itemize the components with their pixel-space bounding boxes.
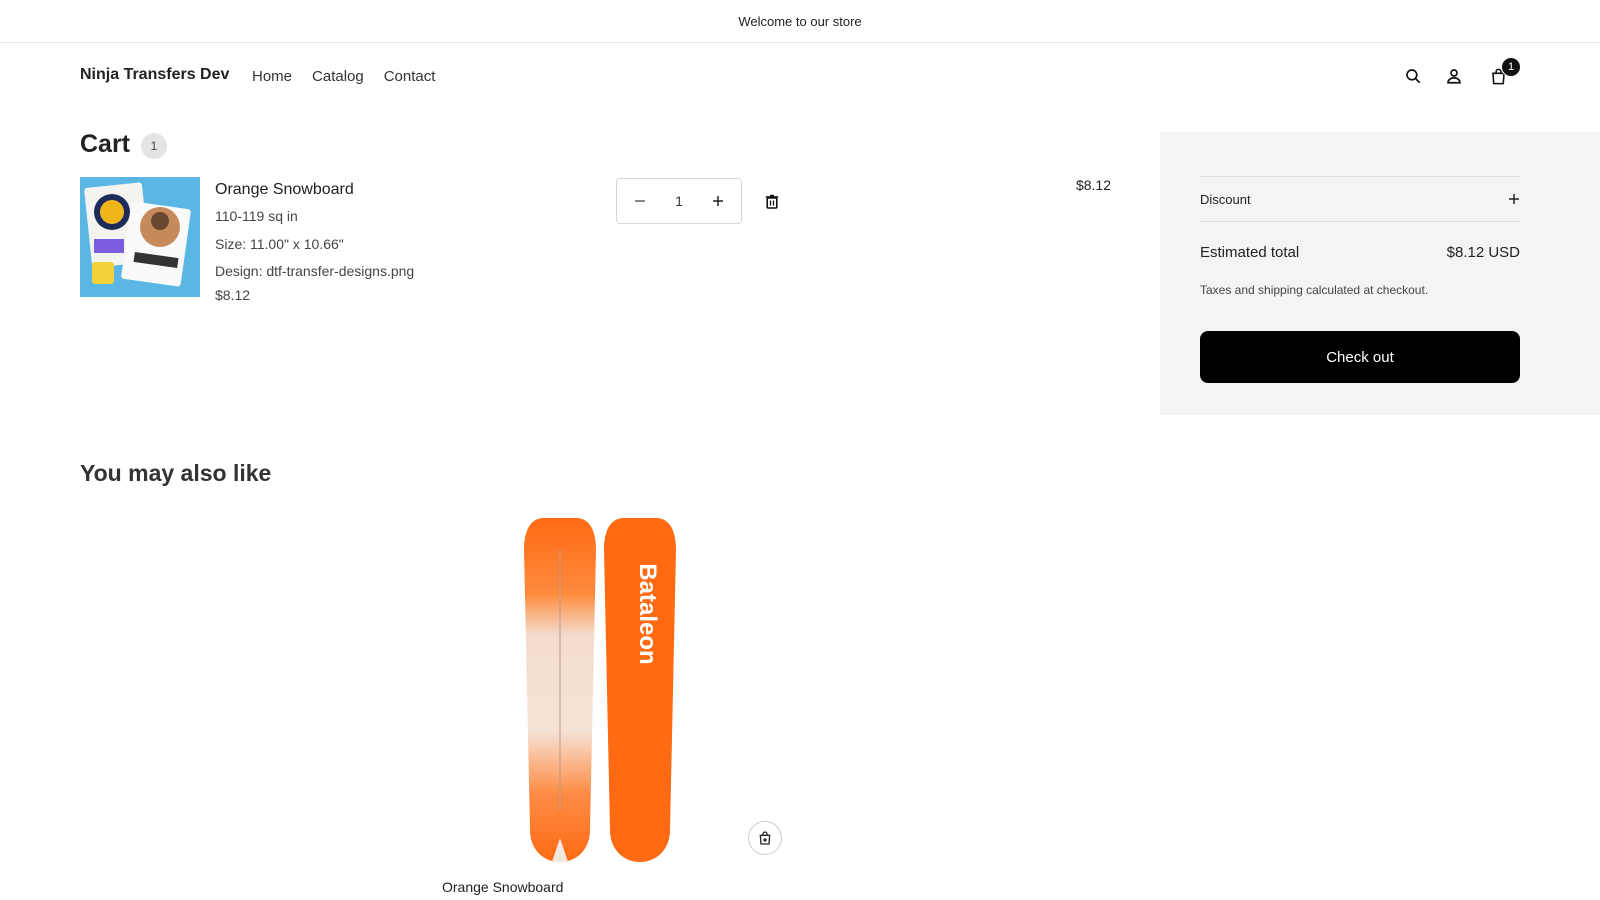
- recommended-product-image[interactable]: Bataleon: [440, 510, 800, 870]
- cart-item-size: Size: 11.00" x 10.66": [215, 236, 344, 252]
- search-icon[interactable]: [1400, 63, 1426, 89]
- cart-item-name[interactable]: Orange Snowboard: [215, 181, 354, 199]
- cart-count-badge: 1: [1501, 57, 1521, 77]
- estimated-total-row: Estimated total $8.12 USD: [1200, 244, 1520, 261]
- cart-item-unit-price: $8.12: [215, 287, 251, 303]
- recommendations-title: You may also like: [80, 460, 272, 486]
- estimated-total-label: Estimated total: [1200, 244, 1300, 261]
- increase-quantity-button[interactable]: [705, 188, 731, 214]
- remove-item-button[interactable]: [760, 189, 784, 213]
- nav-home[interactable]: Home: [252, 68, 292, 85]
- cart-item-design: Design: dtf-transfer-designs.png: [215, 263, 415, 279]
- quick-add-button[interactable]: [748, 821, 782, 855]
- cart-icon[interactable]: 1: [1485, 57, 1521, 89]
- cart-item-line-price: $8.12: [1075, 177, 1111, 193]
- quantity-input[interactable]: 1: [675, 193, 683, 209]
- nav-catalog[interactable]: Catalog: [312, 68, 364, 85]
- quick-add-icon: [759, 831, 771, 845]
- plus-icon: [712, 196, 723, 206]
- store-logo[interactable]: Ninja Transfers Dev: [80, 66, 229, 84]
- main-nav: Home Catalog Contact: [252, 68, 435, 85]
- plus-icon: [1509, 194, 1519, 204]
- discount-label: Discount: [1200, 191, 1251, 207]
- cart-summary: Discount Estimated total $8.12 USD Taxes…: [1160, 132, 1600, 415]
- cart-item-variant: 110-119 sq in: [215, 208, 298, 224]
- minus-icon: [635, 200, 645, 202]
- recommended-product-name[interactable]: Orange Snowboard: [442, 879, 563, 895]
- decrease-quantity-button[interactable]: [627, 188, 653, 214]
- estimated-total-value: $8.12 USD: [1446, 244, 1520, 261]
- checkout-button[interactable]: Check out: [1200, 331, 1520, 383]
- account-icon[interactable]: [1441, 63, 1467, 89]
- site-header: Ninja Transfers Dev Home Catalog Contact…: [0, 43, 1600, 109]
- tax-note: Taxes and shipping calculated at checkou…: [1200, 283, 1429, 297]
- quantity-stepper: 1: [616, 178, 742, 224]
- cart-count-bubble: 1: [141, 133, 167, 159]
- board-brand-text: Bataleon: [634, 563, 661, 664]
- announcement-bar: Welcome to our store: [0, 0, 1600, 43]
- trash-icon: [765, 194, 779, 209]
- cart-title: Cart: [80, 130, 131, 158]
- discount-toggle[interactable]: Discount: [1200, 176, 1520, 222]
- announcement-text: Welcome to our store: [738, 13, 862, 29]
- nav-contact[interactable]: Contact: [384, 68, 436, 85]
- cart-item-image[interactable]: [80, 177, 200, 297]
